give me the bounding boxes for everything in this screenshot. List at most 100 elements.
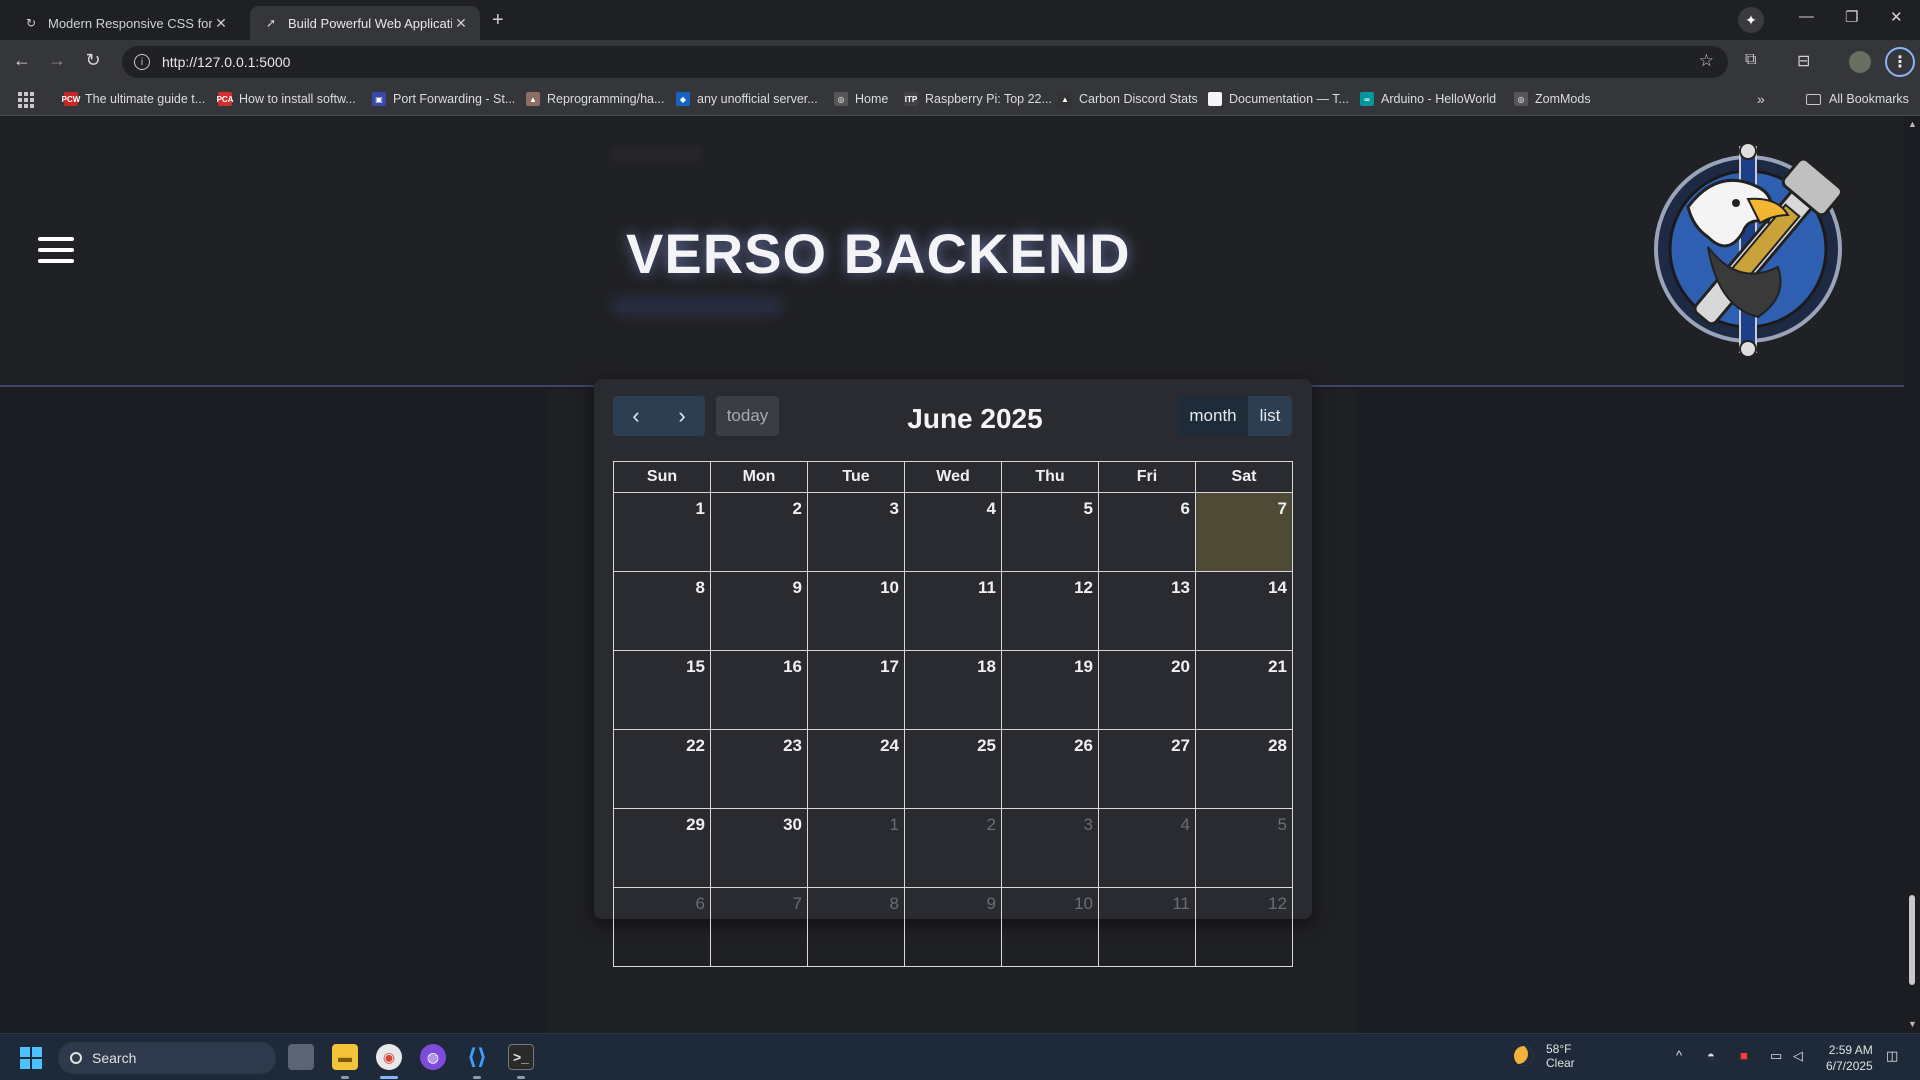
forward-arrow-icon[interactable]: → [46,50,68,71]
all-bookmarks-button[interactable]: All Bookmarks [1806,92,1909,106]
calendar-day-other-month[interactable]: 2 [904,808,1002,888]
bookmark-item[interactable]: ◎ ZomMods [1514,92,1591,106]
site-info-icon[interactable]: i [134,54,150,70]
calendar-day[interactable]: 16 [710,650,808,730]
calendar-day-other-month[interactable]: 6 [613,887,711,967]
calendar-day-other-month[interactable]: 12 [1195,887,1293,967]
calendar-day[interactable]: 2 [710,492,808,572]
scroll-down-icon[interactable]: ▼ [1908,1019,1917,1029]
calendar-day[interactable]: 25 [904,729,1002,809]
vscode-icon[interactable]: ⟨⟩ [464,1044,490,1070]
bookmark-item[interactable]: Documentation — T... [1208,92,1349,106]
network-icon[interactable]: ▭ [1770,1048,1782,1064]
reload-icon[interactable]: ↻ [82,50,104,71]
more-bookmarks-chevron-icon[interactable]: » [1757,91,1765,107]
bookmark-item[interactable]: PCA How to install softw... [217,92,356,106]
calendar-day[interactable]: 10 [807,571,905,651]
calendar-day[interactable]: 4 [904,492,1002,572]
hamburger-menu-icon[interactable] [38,237,74,263]
chrome-icon[interactable]: ◉ [376,1044,402,1070]
calendar-day[interactable]: 17 [807,650,905,730]
notification-bell-icon[interactable]: ◫ [1886,1048,1898,1064]
calendar-day[interactable]: 15 [613,650,711,730]
site-header: VERSO BACKEND [0,117,1904,387]
scroll-thumb[interactable] [1909,895,1915,985]
calendar-day-other-month[interactable]: 1 [807,808,905,888]
bookmark-item[interactable]: ◎ Home [834,92,888,106]
month-view-button[interactable]: month [1178,396,1248,436]
discord-icon[interactable]: ◓ [1707,1048,1715,1063]
calendar-day[interactable]: 23 [710,729,808,809]
calendar-day-today[interactable]: 7 [1195,492,1293,572]
calendar-day-other-month[interactable]: 9 [904,887,1002,967]
browser-menu-icon[interactable]: ⋮ [1885,47,1915,77]
tab-close-icon[interactable]: ✕ [452,15,470,32]
calendar-day[interactable]: 21 [1195,650,1293,730]
calendar-day[interactable]: 1 [613,492,711,572]
address-bar[interactable]: i http://127.0.0.1:5000 ☆ [122,46,1728,78]
calendar-day[interactable]: 3 [807,492,905,572]
bookmark-item[interactable]: ITP Raspberry Pi: Top 22... [904,92,1052,106]
scroll-up-icon[interactable]: ▲ [1908,119,1917,129]
back-arrow-icon[interactable]: ← [11,50,33,71]
bookmark-item[interactable]: ▲ Carbon Discord Stats [1058,92,1198,106]
calendar-day-other-month[interactable]: 5 [1195,808,1293,888]
calendar-day-other-month[interactable]: 11 [1098,887,1196,967]
restore-icon[interactable]: ❐ [1845,8,1858,26]
calendar-day-other-month[interactable]: 4 [1098,808,1196,888]
file-explorer-icon[interactable]: ▬ [332,1044,358,1070]
calendar-day-other-month[interactable]: 3 [1001,808,1099,888]
calendar-day[interactable]: 24 [807,729,905,809]
bookmark-star-icon[interactable]: ☆ [1699,51,1714,71]
calendar-day[interactable]: 27 [1098,729,1196,809]
task-view-icon[interactable] [288,1044,314,1070]
close-window-icon[interactable]: ✕ [1890,8,1903,26]
apps-grid-icon[interactable] [18,92,34,108]
calendar-day[interactable]: 13 [1098,571,1196,651]
windows-start-icon[interactable] [20,1047,42,1069]
volume-icon[interactable]: ◁ [1793,1048,1803,1064]
calendar-day-other-month[interactable]: 8 [807,887,905,967]
profile-avatar[interactable] [1849,51,1871,73]
calendar-day[interactable]: 28 [1195,729,1293,809]
calendar-day[interactable]: 18 [904,650,1002,730]
tab-close-icon[interactable]: ✕ [212,15,230,32]
bookmark-item[interactable]: ▲ Reprogramming/ha... [526,92,664,106]
calendar-day[interactable]: 19 [1001,650,1099,730]
calendar-day[interactable]: 8 [613,571,711,651]
calendar-day[interactable]: 9 [710,571,808,651]
bookmark-item[interactable]: PCW The ultimate guide t... [62,92,205,106]
calendar-day[interactable]: 11 [904,571,1002,651]
page-scrollbar[interactable]: ▲ ▼ [1904,117,1920,1033]
terminal-icon[interactable]: >_ [508,1044,534,1070]
calendar-day[interactable]: 26 [1001,729,1099,809]
bookmark-label: Documentation — T... [1229,92,1349,106]
list-view-button[interactable]: list [1248,396,1292,436]
system-clock[interactable]: 2:59 AM 6/7/2025 [1826,1042,1873,1074]
bookmark-item[interactable]: ▣ Port Forwarding - St... [372,92,515,106]
calendar-day[interactable]: 20 [1098,650,1196,730]
calendar-day-other-month[interactable]: 10 [1001,887,1099,967]
new-tab-button[interactable]: + [492,9,504,32]
extensions-puzzle-icon[interactable]: ⧉ [1745,51,1756,69]
browser-tab-2[interactable]: ➚ Build Powerful Web Application ✕ [250,6,480,40]
weather-widget[interactable]: 58°F Clear [1514,1042,1575,1070]
tray-chevron-icon[interactable]: ^ [1676,1048,1682,1063]
calendar-day[interactable]: 22 [613,729,711,809]
calendar-day[interactable]: 14 [1195,571,1293,651]
calendar-day[interactable]: 5 [1001,492,1099,572]
tab-search-icon[interactable]: ⊟ [1797,51,1810,71]
calendar-day[interactable]: 29 [613,808,711,888]
github-desktop-icon[interactable]: ◍ [420,1044,446,1070]
calendar-day[interactable]: 12 [1001,571,1099,651]
taskbar-search[interactable]: Search [58,1042,276,1074]
bookmark-item[interactable]: ∞ Arduino - HelloWorld [1360,92,1496,106]
bookmark-item[interactable]: ◆ any unofficial server... [676,92,818,106]
app-tray-icon[interactable]: ■ [1740,1048,1748,1063]
calendar-day[interactable]: 30 [710,808,808,888]
browser-tab-1[interactable]: ↻ Modern Responsive CSS for We ✕ [10,6,240,40]
gemini-sparkle-icon[interactable]: ✦ [1738,7,1764,33]
calendar-day-other-month[interactable]: 7 [710,887,808,967]
minimize-icon[interactable]: — [1799,8,1814,25]
calendar-day[interactable]: 6 [1098,492,1196,572]
